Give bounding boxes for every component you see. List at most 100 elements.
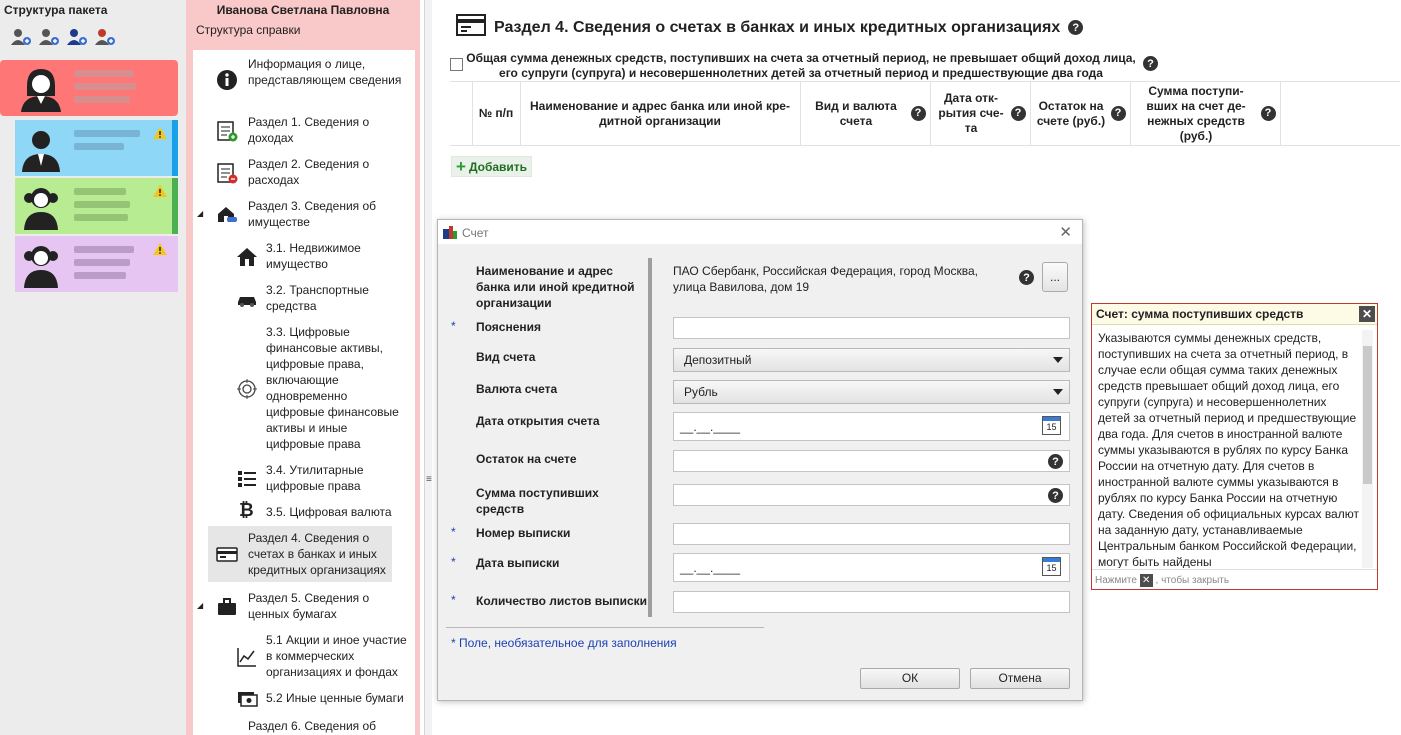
property-icon <box>216 204 238 226</box>
tree-item-section-4[interactable]: Раздел 4. Сведения о счетах в банках и и… <box>208 526 392 582</box>
info-icon <box>216 69 238 91</box>
structure-subtitle: Структура справки <box>196 23 301 37</box>
person-card-child-2[interactable] <box>0 236 178 292</box>
optional-star: * <box>451 593 456 607</box>
col-balance[interactable]: Остаток на счете (руб.)? <box>1029 81 1130 146</box>
close-icon[interactable]: ✕ <box>1139 574 1153 587</box>
help-popup-footer: Нажмите ✕ , чтобы закрыть <box>1092 569 1377 589</box>
person-card-spouse[interactable] <box>0 120 178 176</box>
currency-select[interactable]: Рубль <box>673 380 1070 404</box>
person-name-blurred <box>74 188 144 227</box>
tree-item-section-1[interactable]: Раздел 1. Сведения о доходах <box>193 114 415 148</box>
open-date-label: Дата открытия счета <box>476 414 600 428</box>
chevron-down-icon <box>1053 357 1063 363</box>
calendar-icon[interactable]: 15 <box>1042 416 1061 435</box>
ok-button[interactable]: ОК <box>860 668 960 689</box>
income-input[interactable]: ? <box>673 484 1070 506</box>
warning-icon <box>152 126 168 143</box>
close-icon[interactable]: ✕ <box>1359 306 1375 322</box>
help-icon[interactable]: ? <box>1068 20 1084 35</box>
stock-chart-icon <box>236 646 258 668</box>
briefcase-icon <box>216 596 238 618</box>
col-number[interactable]: № п/п <box>471 81 520 146</box>
help-popup: Счет: сумма поступивших средств ✕ Указыв… <box>1091 303 1378 590</box>
help-icon[interactable]: ? <box>1143 56 1158 71</box>
person-name: Иванова Светлана Павловна <box>216 3 390 17</box>
bank-field: ПАО Сбербанк, Российская Федерация, горо… <box>673 261 1070 297</box>
balance-input[interactable]: ? <box>673 450 1070 472</box>
add-daughter-icon[interactable] <box>94 27 116 47</box>
tree-item-3-4[interactable]: 3.4. Утилитарные цифровые права <box>193 462 415 496</box>
section-title-text: Раздел 4. Сведения о счетах в банках и и… <box>494 18 1061 36</box>
calendar-icon[interactable]: 15 <box>1042 557 1061 576</box>
package-toolbar <box>10 27 116 47</box>
person-name-blurred <box>74 70 144 109</box>
tree-item-3-3[interactable]: 3.3. Цифровые финансовые активы, цифровы… <box>193 324 415 452</box>
dialog-titlebar[interactable]: Счет ✕ <box>438 220 1082 244</box>
account-type-label: Вид счета <box>476 350 536 364</box>
dialog-divider <box>648 258 652 617</box>
girl-avatar-icon <box>18 184 64 230</box>
help-icon[interactable]: ? <box>1110 106 1126 121</box>
help-icon[interactable]: ? <box>1019 270 1034 285</box>
add-button[interactable]: + Добавить <box>451 156 533 177</box>
help-icon[interactable]: ? <box>910 106 926 121</box>
help-scrollbar[interactable] <box>1362 330 1373 568</box>
open-date-input[interactable]: __.__.____ 15 <box>673 412 1070 441</box>
collapse-triangle-icon[interactable]: ◢ <box>197 598 203 614</box>
sheets-count-input[interactable] <box>673 591 1070 613</box>
notes-label: Пояснения <box>476 320 542 334</box>
balance-label: Остаток на счете <box>476 452 577 466</box>
tree-item-5-1[interactable]: 5.1 Акции и иное участие в коммерческих … <box>193 632 415 682</box>
tree-item-3-2[interactable]: 3.2. Транспортные средства <box>193 282 415 316</box>
help-popup-header: Счет: сумма поступивших средств ✕ <box>1092 304 1377 325</box>
scrollbar-thumb[interactable] <box>1363 346 1372 484</box>
income-not-exceeded-checkbox[interactable] <box>450 58 463 71</box>
tree-item-info[interactable]: Информация о лице, представляющем сведен… <box>193 56 415 106</box>
tree-item-3-5[interactable]: ₿ 3.5. Цифровая валюта <box>193 501 415 524</box>
notes-input[interactable] <box>673 317 1070 339</box>
collapse-triangle-icon[interactable]: ◢ <box>197 206 203 222</box>
income-not-exceeded-label: Общая сумма денежных средств, поступивши… <box>466 51 1136 80</box>
person-card-strip <box>172 178 178 234</box>
cancel-button[interactable]: Отмена <box>970 668 1070 689</box>
help-icon[interactable]: ? <box>1048 454 1063 469</box>
table-header-row: № п/п Наименование и адрес банка или ино… <box>450 81 1400 146</box>
statement-date-label: Дата выписки <box>476 556 560 570</box>
income-doc-icon <box>216 120 238 142</box>
person-card-child-1[interactable] <box>0 178 178 234</box>
tree-item-section-6[interactable]: Раздел 6. Сведения об <box>193 718 415 735</box>
help-icon[interactable]: ? <box>1048 488 1063 503</box>
panel-splitter[interactable]: ≡ <box>424 0 432 735</box>
help-icon[interactable]: ? <box>1260 106 1276 121</box>
col-income[interactable]: Сумма поступи-вших на счет де-нежных сре… <box>1129 81 1280 146</box>
statement-number-input[interactable] <box>673 523 1070 545</box>
col-bank[interactable]: Наименование и адрес банка или иной кре-… <box>519 81 800 146</box>
person-card-strip <box>172 120 178 176</box>
tree-item-3-1[interactable]: 3.1. Недвижимое имущество <box>193 240 415 274</box>
bank-card-icon <box>216 543 238 565</box>
chevron-down-icon <box>1053 389 1063 395</box>
account-type-select[interactable]: Депозитный <box>673 348 1070 372</box>
tree-item-section-5[interactable]: ◢ Раздел 5. Сведения о ценных бумагах <box>193 590 415 624</box>
table-empty-cell <box>1279 81 1400 146</box>
tree-item-5-2[interactable]: 5.2 Иные ценные бумаги <box>193 690 415 710</box>
col-account-type[interactable]: Вид и валюта счета? <box>799 81 930 146</box>
table-row-selector <box>450 81 472 146</box>
person-card-declarant[interactable] <box>0 60 178 116</box>
browse-bank-button[interactable]: ... <box>1042 262 1068 292</box>
add-person-icon[interactable] <box>10 27 32 47</box>
tree-item-section-3[interactable]: ◢ Раздел 3. Сведения об имуществе <box>193 198 415 232</box>
col-open-date[interactable]: Дата отк-рытия сче-та? <box>929 81 1030 146</box>
help-popup-text: Указываются суммы денежных средств, пост… <box>1098 331 1359 568</box>
close-icon[interactable]: ✕ <box>1059 223 1072 241</box>
help-icon[interactable]: ? <box>1010 106 1026 121</box>
statement-date-input[interactable]: __.__.____ 15 <box>673 553 1070 582</box>
add-child-icon[interactable] <box>66 27 88 47</box>
car-icon <box>236 288 258 310</box>
optional-star: * <box>451 555 456 569</box>
add-spouse-icon[interactable] <box>38 27 60 47</box>
tree-item-section-2[interactable]: Раздел 2. Сведения о расходах <box>193 156 415 190</box>
plus-icon: + <box>456 156 466 176</box>
splitter-grip-icon: ≡ <box>426 474 432 485</box>
